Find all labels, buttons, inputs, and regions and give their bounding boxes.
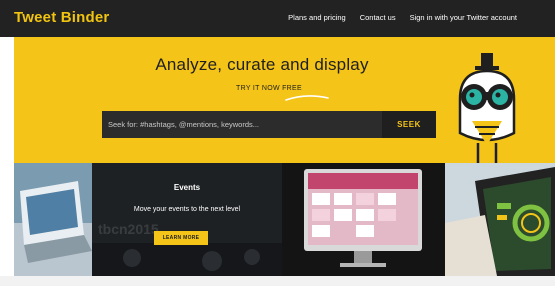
- bottom-bar: [0, 276, 555, 286]
- events-subtitle: Move your events to the next level: [133, 206, 241, 213]
- monitor-image: [282, 163, 445, 276]
- feature-strip: tbcn2015 Events Move your events to the …: [14, 163, 555, 276]
- events-background-image: [92, 163, 282, 276]
- tablet-image: [445, 163, 555, 276]
- swoosh-icon: [285, 95, 329, 101]
- search-input[interactable]: [102, 111, 382, 138]
- search-form: SEEK: [102, 111, 436, 138]
- laptop-photo-panel: [14, 163, 92, 276]
- events-title: Events: [173, 183, 201, 192]
- laptop-photo-image: [14, 163, 92, 276]
- nav-contact-us[interactable]: Contact us: [360, 13, 396, 22]
- learn-more-button[interactable]: LEARN MORE: [154, 231, 208, 245]
- main-nav: Plans and pricing Contact us Sign in wit…: [288, 13, 517, 22]
- nav-plans-pricing[interactable]: Plans and pricing: [288, 13, 346, 22]
- events-panel: tbcn2015 Events Move your events to the …: [92, 163, 282, 276]
- binoculars-mascot-icon: [458, 53, 516, 163]
- brand-logo[interactable]: Tweet Binder: [14, 9, 109, 26]
- tablet-panel: [445, 163, 555, 276]
- events-background-text: tbcn2015: [98, 221, 159, 237]
- monitor-panel: [282, 163, 445, 276]
- top-nav-bar: Tweet Binder Plans and pricing Contact u…: [0, 0, 555, 37]
- hero-title: Analyze, curate and display: [155, 55, 369, 74]
- hero-section: Analyze, curate and display TRY IT NOW F…: [14, 37, 555, 163]
- nav-sign-in-twitter[interactable]: Sign in with your Twitter account: [410, 13, 517, 22]
- seek-button[interactable]: SEEK: [382, 111, 436, 138]
